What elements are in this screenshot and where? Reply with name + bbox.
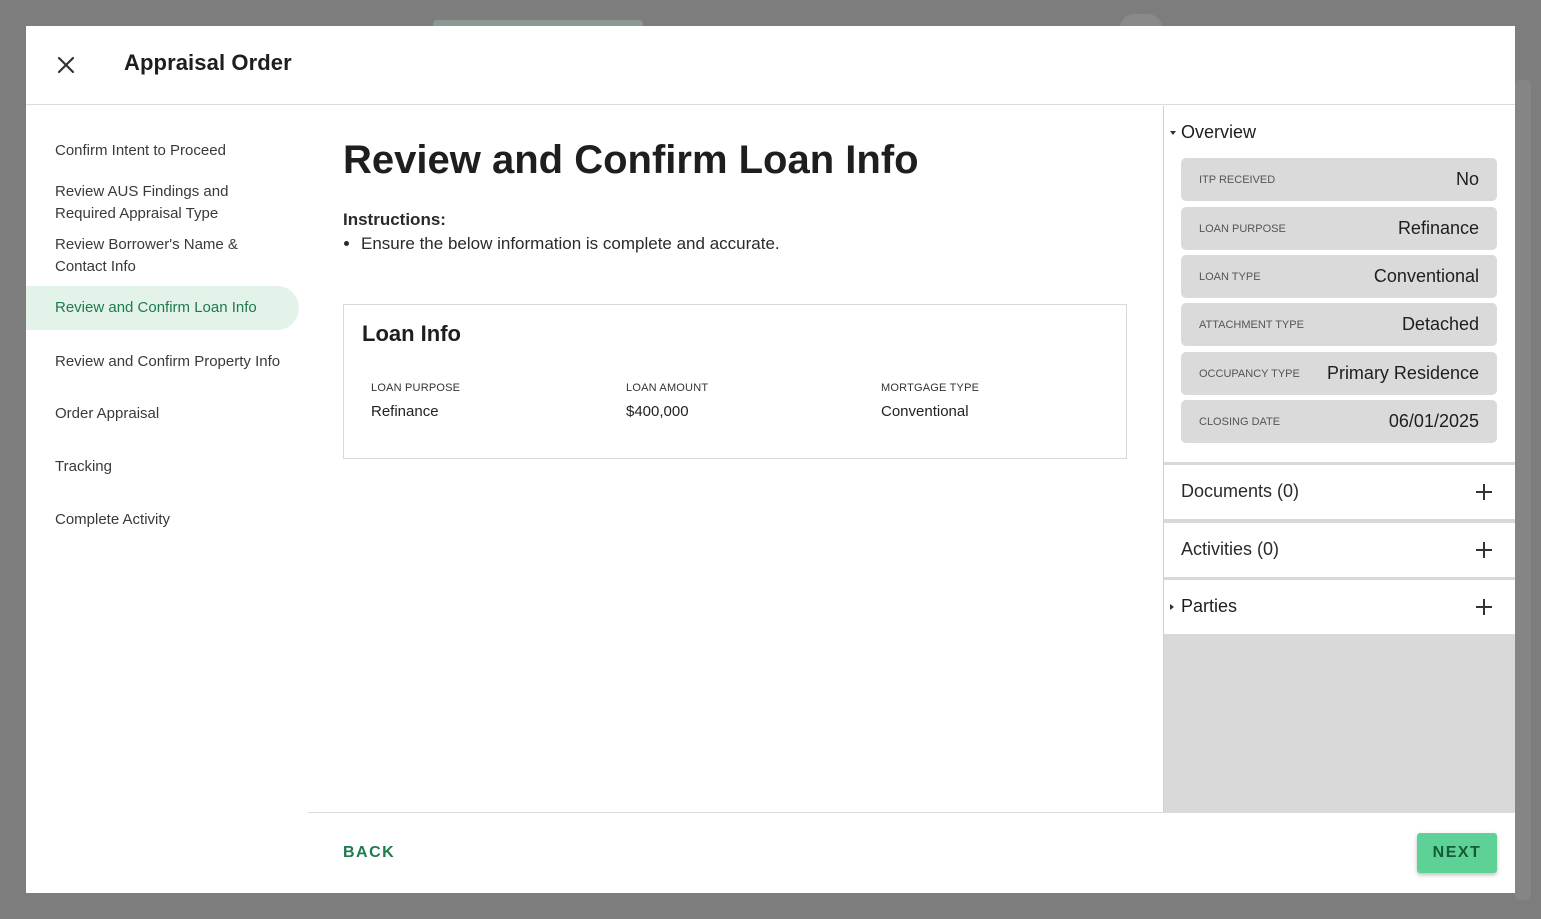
field-loan-amount: LOAN AMOUNT $400,000 <box>626 382 708 420</box>
caret-down-icon <box>1170 131 1176 135</box>
field-label: LOAN PURPOSE <box>371 382 461 394</box>
row-label: ATTACHMENT TYPE <box>1199 319 1304 331</box>
row-value: Conventional <box>1373 266 1479 286</box>
nav-item-complete-activity[interactable]: Complete Activity <box>26 509 299 531</box>
summary-panel: Overview ITP RECEIVED No LOAN PURPOSE Re… <box>1163 106 1515 812</box>
overview-row-closing-date: CLOSING DATE 06/01/2025 <box>1181 400 1497 443</box>
loan-info-card: Loan Info LOAN PURPOSE Refinance LOAN AM… <box>343 304 1127 459</box>
overview-section: Overview ITP RECEIVED No LOAN PURPOSE Re… <box>1164 106 1515 462</box>
nav-item-review-aus[interactable]: Review AUS Findings and Required Apprais… <box>26 181 266 225</box>
field-loan-purpose: LOAN PURPOSE Refinance <box>371 382 460 420</box>
back-button[interactable]: BACK <box>343 844 395 862</box>
instructions-list: Ensure the below information is complete… <box>343 234 780 254</box>
caret-right-icon <box>1170 604 1174 610</box>
field-value: Conventional <box>881 403 969 420</box>
instructions-label: Instructions: <box>343 210 446 229</box>
row-value: Refinance <box>1397 218 1479 238</box>
add-activity-icon[interactable] <box>1475 541 1493 559</box>
field-label: MORTGAGE TYPE <box>881 382 980 394</box>
overview-row-occupancy: OCCUPANCY TYPE Primary Residence <box>1181 352 1497 395</box>
row-value: Primary Residence <box>1326 363 1479 383</box>
add-document-icon[interactable] <box>1475 483 1493 501</box>
field-value: $400,000 <box>626 403 689 420</box>
modal-footer: BACK NEXT <box>308 812 1515 893</box>
row-label: ITP RECEIVED <box>1199 174 1276 186</box>
row-label: LOAN PURPOSE <box>1199 223 1286 235</box>
nav-item-confirm-intent[interactable]: Confirm Intent to Proceed <box>26 140 299 162</box>
card-title: Loan Info <box>362 321 461 346</box>
nav-item-order-appraisal[interactable]: Order Appraisal <box>26 403 299 425</box>
row-value: No <box>1455 169 1479 189</box>
nav-item-review-borrower[interactable]: Review Borrower's Name & Contact Info <box>26 234 266 278</box>
modal-title: Appraisal Order <box>124 50 292 75</box>
overview-row-itp: ITP RECEIVED No <box>1181 158 1497 201</box>
row-label: CLOSING DATE <box>1199 416 1281 428</box>
overview-row-loan-purpose: LOAN PURPOSE Refinance <box>1181 207 1497 250</box>
nav-item-property-info[interactable]: Review and Confirm Property Info <box>26 351 299 373</box>
instruction-item: Ensure the below information is complete… <box>361 234 780 254</box>
add-party-icon[interactable] <box>1475 598 1493 616</box>
activities-title: Activities (0) <box>1181 539 1280 559</box>
next-button[interactable]: NEXT <box>1417 833 1497 873</box>
parties-title: Parties <box>1181 596 1238 616</box>
row-label: OCCUPANCY TYPE <box>1199 368 1300 380</box>
documents-section[interactable]: Documents (0) <box>1164 465 1515 519</box>
nav-item-tracking[interactable]: Tracking <box>26 456 299 478</box>
row-value: 06/01/2025 <box>1388 411 1479 431</box>
field-value: Refinance <box>371 403 439 420</box>
background-strip <box>1515 80 1531 900</box>
appraisal-order-modal: Appraisal Order Confirm Intent to Procee… <box>26 26 1515 893</box>
field-mortgage-type: MORTGAGE TYPE Conventional <box>881 382 979 420</box>
close-icon[interactable] <box>54 53 78 77</box>
overview-row-attachment: ATTACHMENT TYPE Detached <box>1181 303 1497 346</box>
page-title: Review and Confirm Loan Info <box>343 138 919 182</box>
modal-header: Appraisal Order <box>26 26 1515 105</box>
nav-item-loan-info[interactable]: Review and Confirm Loan Info <box>26 286 299 330</box>
overview-header[interactable]: Overview <box>1164 122 1515 144</box>
documents-title: Documents (0) <box>1181 481 1300 501</box>
parties-section[interactable]: Parties <box>1164 580 1515 634</box>
main-content: Review and Confirm Loan Info Instruction… <box>308 106 1163 812</box>
row-value: Detached <box>1401 314 1479 334</box>
overview-row-loan-type: LOAN TYPE Conventional <box>1181 255 1497 298</box>
field-label: LOAN AMOUNT <box>626 382 709 394</box>
activities-section[interactable]: Activities (0) <box>1164 523 1515 577</box>
overview-title: Overview <box>1181 122 1257 142</box>
row-label: LOAN TYPE <box>1199 271 1261 283</box>
